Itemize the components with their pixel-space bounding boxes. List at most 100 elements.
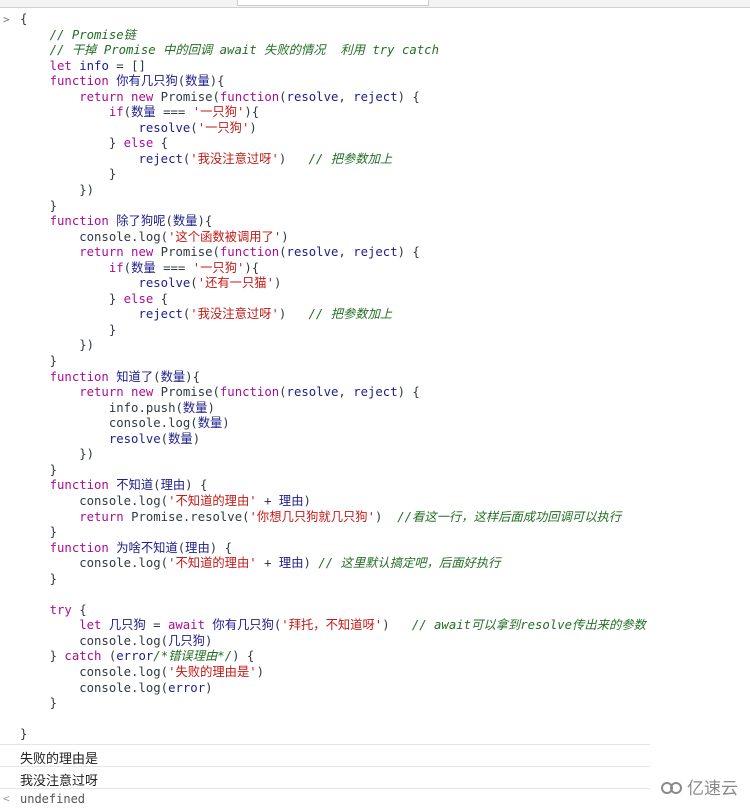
code-token: ) { — [397, 89, 420, 104]
filter-input[interactable] — [237, 0, 429, 6]
result-value: undefined — [20, 792, 86, 806]
chevron-right-icon: > — [3, 13, 10, 26]
code-token: } — [20, 354, 58, 369]
code-token: } — [20, 167, 117, 182]
code-line: }) — [20, 338, 646, 354]
code-token: ) { — [397, 385, 420, 400]
code-token: Promise.resolve( — [131, 509, 250, 524]
code-token: function — [20, 214, 117, 229]
code-line: { — [20, 12, 646, 28]
code-token: resolve — [286, 245, 339, 260]
code-token: 你有几只狗 — [116, 74, 178, 89]
code-token: await — [167, 618, 213, 633]
code-token: ( — [279, 89, 287, 104]
code-line: console.log(数量) — [20, 416, 646, 432]
code-token: 数量 — [197, 416, 223, 431]
console-toolbar — [0, 0, 750, 8]
code-line: resolve('还有一只猫') — [20, 276, 646, 292]
code-line: } — [20, 696, 646, 712]
code-token: 数量 — [185, 74, 210, 89]
code-token: return new — [20, 245, 161, 260]
code-line: console.log('这个函数被调用了') — [20, 230, 646, 246]
code-token: ( — [101, 649, 117, 664]
code-token: error — [168, 680, 206, 695]
code-line: console.log('不知道的理由' + 理由) // 这里默认搞定吧，后面… — [20, 556, 646, 572]
code-line: } catch (error/*错误理由*/) { — [20, 649, 646, 665]
code-token: '我没注意过呀' — [190, 151, 279, 166]
code-line: reject('我没注意过呀') // 把参数加上 — [20, 152, 646, 168]
code-token: 你有几只狗 — [212, 618, 274, 633]
code-line: function 知道了(数量){ — [20, 370, 646, 386]
code-token: ){ — [185, 369, 200, 384]
code-token: function — [20, 74, 117, 89]
code-token: 数量 — [131, 260, 156, 275]
code-token: , — [338, 245, 354, 260]
code-token: function — [20, 540, 117, 555]
code-line: // Promise链 — [20, 28, 646, 44]
code-line: console.log('失败的理由是') — [20, 665, 646, 681]
code-token: 数量 — [131, 105, 156, 120]
code-token: resolve — [286, 385, 339, 400]
code-line: } — [20, 354, 646, 370]
code-line: function 除了狗呢(数量){ — [20, 214, 646, 230]
code-input[interactable]: { // Promise链 // 干掉 Promise 中的回调 await 失… — [20, 12, 646, 743]
code-token: else — [123, 136, 154, 151]
code-token: ) { — [397, 245, 420, 260]
code-token: = [] — [108, 58, 146, 73]
code-token: reject — [353, 385, 398, 400]
code-token: } — [20, 462, 58, 477]
code-token: 几只狗 — [168, 633, 205, 648]
code-token: return new — [20, 89, 161, 104]
code-token: '这个函数被调用了' — [168, 229, 282, 244]
code-token: ) — [256, 664, 265, 679]
code-line: } — [20, 572, 646, 588]
code-token: 理由 — [278, 556, 304, 571]
code-line: if(数量 === '一只狗'){ — [20, 261, 646, 277]
code-token: info — [79, 58, 109, 73]
code-token: ) { — [232, 649, 255, 664]
code-token: info.push( — [20, 400, 183, 415]
code-token: 理由 — [278, 493, 304, 508]
code-token: '一只狗' — [197, 120, 250, 135]
code-token: ) — [303, 556, 319, 571]
code-token: '失败的理由是' — [168, 664, 257, 679]
code-token: } — [20, 525, 58, 540]
code-line: } — [20, 525, 646, 541]
code-token: + — [256, 493, 279, 508]
code-token: ) — [273, 276, 282, 291]
code-token: { — [71, 602, 87, 617]
chevron-left-icon: < — [3, 792, 10, 805]
code-token: function — [20, 369, 117, 384]
code-line: resolve(数量) — [20, 432, 646, 448]
code-line: function 不知道(理由) { — [20, 478, 646, 494]
code-token: Promise( — [160, 385, 220, 400]
code-token: } — [20, 198, 58, 213]
code-token: //看这一行，这样后面成功回调可以执行 — [397, 509, 622, 524]
code-token: ){ — [244, 105, 260, 120]
code-line: if(数量 === '一只狗'){ — [20, 105, 646, 121]
code-token: { — [153, 136, 169, 151]
code-token: 数量 — [168, 431, 193, 446]
watermark-text: 亿速云 — [687, 779, 738, 799]
code-token: 除了狗呢 — [116, 214, 166, 229]
code-token: ) — [192, 431, 201, 446]
code-token: '不知道的理由' — [168, 493, 257, 508]
log-text: 失败的理由是 — [20, 752, 99, 767]
code-token: resolve — [20, 120, 191, 135]
code-token: ) — [303, 493, 311, 508]
code-line: } — [20, 167, 646, 183]
code-token: { — [153, 291, 169, 306]
code-token: ( — [123, 105, 132, 120]
code-token: ( — [279, 245, 287, 260]
code-line: return new Promise(function(resolve, rej… — [20, 245, 646, 261]
watermark: 亿速云 — [660, 774, 738, 799]
code-token: ) — [205, 680, 213, 695]
code-token: function — [219, 89, 280, 104]
log-text: 我没注意过呀 — [20, 774, 99, 789]
code-token: else — [123, 291, 154, 306]
code-token: } — [20, 571, 58, 586]
code-token: reject — [20, 307, 183, 322]
code-token: 理由 — [185, 540, 210, 555]
